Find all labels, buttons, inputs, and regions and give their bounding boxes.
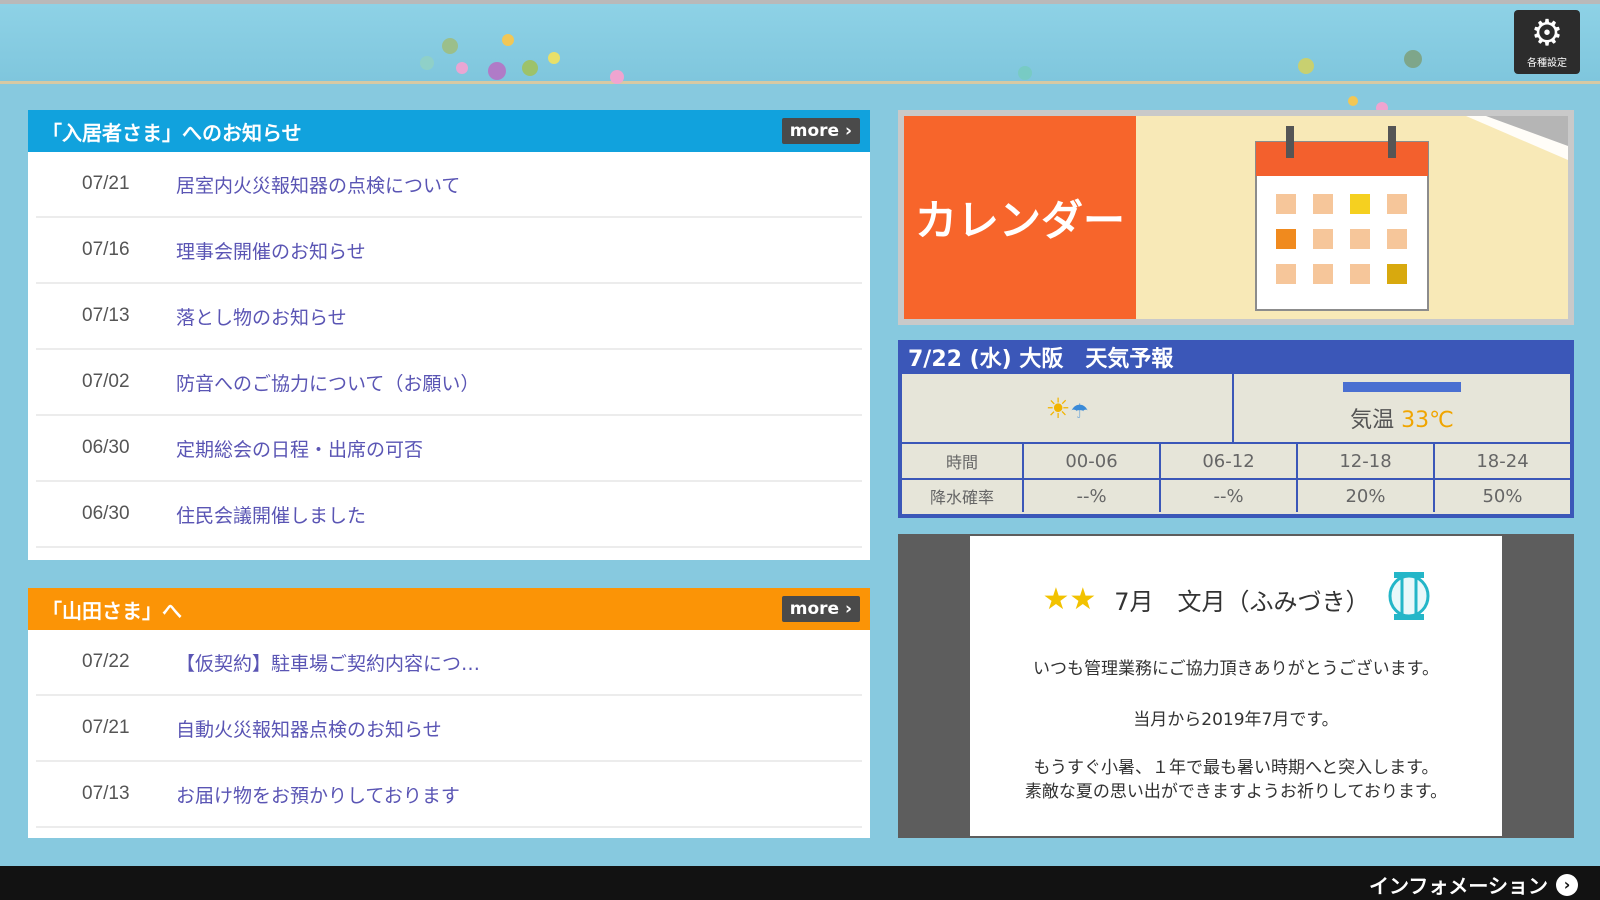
notice-list: 07/21 居室内火災報知器の点検について 07/16 理事会開催のお知らせ 07/13… xyxy=(28,152,870,548)
item-date: 07/13 xyxy=(82,305,130,326)
item-date: 07/21 xyxy=(82,717,130,738)
item-title-link[interactable]: 理事会開催のお知らせ xyxy=(176,237,366,264)
list-item[interactable]: 06/30 定期総会の日程・出席の可否 xyxy=(36,416,862,482)
message-line: いつも管理業務にご協力頂きありがとうございます。 xyxy=(1033,659,1439,679)
list-item[interactable]: 07/13 お届け物をお預かりしております xyxy=(36,762,862,828)
temperature: 気温 33℃ xyxy=(1350,402,1454,434)
decor-dot xyxy=(1018,66,1032,80)
list-item[interactable]: 07/13 落とし物のお知らせ xyxy=(36,284,862,350)
decor-dot xyxy=(522,60,538,76)
item-title-link[interactable]: 防音へのご協力について（お願い） xyxy=(176,369,479,396)
message-line: もうすぐ小暑、１年で最も暑い時期へと突入します。 xyxy=(1033,758,1439,778)
period-cell: 18-24 xyxy=(1476,450,1529,472)
resident-notices-header: 「入居者さま」へのお知らせ more › xyxy=(28,110,870,152)
item-date: 07/16 xyxy=(82,239,130,260)
sunny-rain-icon: ☀☂ xyxy=(1045,391,1089,425)
temp-bar xyxy=(1343,382,1461,392)
information-link[interactable]: インフォメーション › xyxy=(1369,870,1578,899)
decor-dot xyxy=(548,52,560,64)
decor-dot xyxy=(1298,58,1314,74)
item-title-link[interactable]: 【仮契約】駐車場ご契約内容につ… xyxy=(176,649,480,676)
item-date: 06/30 xyxy=(82,437,130,458)
item-date: 07/02 xyxy=(82,371,130,392)
message-line: 当月から2019年7月です。 xyxy=(1133,710,1339,730)
item-title-link[interactable]: 定期総会の日程・出席の可否 xyxy=(176,435,423,462)
chevron-right-icon: › xyxy=(1556,873,1578,896)
precip-row: 降水確率 --% --% 20% 50% xyxy=(902,478,1570,512)
information-label: インフォメーション xyxy=(1369,874,1548,898)
message-heading: 7月 文月（ふみづき） xyxy=(1114,587,1370,616)
list-item[interactable]: 06/30 住民会議開催しました xyxy=(36,482,862,548)
personal-list: 07/22 【仮契約】駐車場ご契約内容につ… 07/21 自動火災報知器点検のお知らせ… xyxy=(28,630,870,828)
decor-dot xyxy=(488,62,506,80)
period-cell: 12-18 xyxy=(1298,444,1435,478)
weather-panel: 7/22 (水) 大阪 天気予報 ☀☂ 気温 33℃ 時間 00-06 06-1… xyxy=(898,340,1574,518)
personal-panel: 「山田さま」へ more › 07/22 【仮契約】駐車場ご契約内容につ… 07/2… xyxy=(28,588,870,838)
decor-dot xyxy=(456,62,468,74)
time-header: 時間 xyxy=(902,444,1024,478)
panel-title: 「入居者さま」へのお知らせ xyxy=(42,120,302,145)
temp-value: 33℃ xyxy=(1401,408,1454,433)
calendar-graphic xyxy=(1136,116,1568,319)
item-title-link[interactable]: お届け物をお預かりしております xyxy=(176,781,460,808)
decor-dot xyxy=(610,70,624,84)
item-title-link[interactable]: 落とし物のお知らせ xyxy=(176,303,347,330)
gear-icon: ⚙ xyxy=(1530,12,1564,54)
calendar-panel[interactable]: カレンダー xyxy=(898,110,1574,325)
settings-button[interactable]: ⚙ 各種設定 xyxy=(1514,10,1580,74)
temp-label: 気温 xyxy=(1350,408,1395,433)
item-date: 06/30 xyxy=(82,503,130,524)
list-item[interactable]: 07/22 【仮契約】駐車場ご契約内容につ… xyxy=(36,630,862,696)
list-item[interactable]: 07/16 理事会開催のお知らせ xyxy=(36,218,862,284)
list-item[interactable]: 07/02 防音へのご協力について（お願い） xyxy=(36,350,862,416)
precip-cell: --% xyxy=(1161,480,1298,512)
item-title-link[interactable]: 住民会議開催しました xyxy=(176,501,366,528)
period-cell: 00-06 xyxy=(1024,444,1161,478)
calendar-label: カレンダー xyxy=(904,116,1136,319)
personal-more-button[interactable]: more › xyxy=(781,596,860,622)
period-cell: 06-12 xyxy=(1161,444,1298,478)
settings-label: 各種設定 xyxy=(1527,57,1567,69)
precip-cell: --% xyxy=(1024,480,1161,512)
resident-notices-panel: 「入居者さま」へのお知らせ more › 07/21 居室内火災報知器の点検につい… xyxy=(28,110,870,560)
decor-dot xyxy=(442,38,458,54)
item-date: 07/22 xyxy=(82,651,130,672)
time-row: 時間 00-06 06-12 12-18 18-24 xyxy=(902,444,1570,478)
item-title-link[interactable]: 自動火災報知器点検のお知らせ xyxy=(176,715,442,742)
message-line: 素敵な夏の思い出ができますようお祈りしております。 xyxy=(1024,782,1448,802)
decor-dot xyxy=(1348,96,1358,106)
decor-dot xyxy=(420,56,434,70)
personal-header: 「山田さま」へ more › xyxy=(28,588,870,630)
decor-dot xyxy=(502,34,514,46)
notices-more-button[interactable]: more › xyxy=(781,118,860,144)
lantern-icon xyxy=(1388,570,1430,628)
list-item[interactable]: 07/21 自動火災報知器点検のお知らせ xyxy=(36,696,862,762)
list-item[interactable]: 07/21 居室内火災報知器の点検について xyxy=(36,152,862,218)
item-title-link[interactable]: 居室内火災報知器の点検について xyxy=(176,171,460,198)
footer-bar: インフォメーション › xyxy=(0,866,1600,900)
precip-cell: 50% xyxy=(1482,485,1523,507)
decor-dot xyxy=(1404,50,1422,68)
weather-title: 7/22 (水) 大阪 天気予報 xyxy=(908,347,1174,372)
item-date: 07/21 xyxy=(82,173,130,194)
star-icon: ★★ xyxy=(1042,581,1097,617)
calendar-icon xyxy=(1255,116,1568,311)
panel-title: 「山田さま」へ xyxy=(42,598,182,623)
item-date: 07/13 xyxy=(82,783,130,804)
precip-cell: 20% xyxy=(1298,480,1435,512)
precip-header: 降水確率 xyxy=(902,480,1024,512)
monthly-message-panel: ★★ 7月 文月（ふみづき） いつも管理業務にご協力頂きありがとうございます。 … xyxy=(898,534,1574,838)
top-banner xyxy=(0,0,1600,114)
